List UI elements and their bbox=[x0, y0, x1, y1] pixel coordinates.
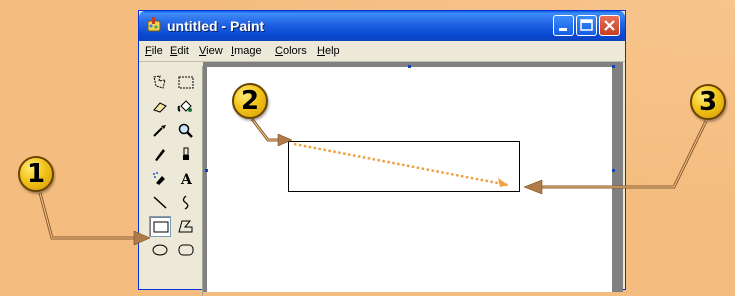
select-icon bbox=[178, 76, 194, 89]
tool-line[interactable] bbox=[149, 192, 171, 213]
eraser-icon bbox=[153, 102, 167, 113]
tool-select[interactable] bbox=[175, 72, 197, 93]
airbrush-icon bbox=[153, 172, 165, 185]
drawn-rectangle bbox=[288, 141, 520, 192]
eyedropper-icon bbox=[153, 125, 166, 137]
resize-handle[interactable] bbox=[205, 169, 208, 172]
tool-airbrush[interactable] bbox=[149, 168, 171, 189]
svg-text:A: A bbox=[180, 172, 193, 187]
minimize-icon bbox=[559, 28, 567, 31]
close-icon bbox=[604, 20, 615, 31]
tool-magnifier[interactable] bbox=[175, 120, 197, 141]
magnifier-icon bbox=[178, 123, 193, 138]
toolbox: A bbox=[145, 66, 203, 296]
line-icon bbox=[153, 196, 167, 209]
resize-handle[interactable] bbox=[408, 65, 411, 68]
pencil-icon bbox=[155, 149, 165, 161]
close-button[interactable] bbox=[599, 15, 620, 36]
brush-icon bbox=[183, 147, 189, 160]
callout-2-badge: 2 bbox=[232, 83, 268, 119]
ellipse-icon bbox=[152, 244, 168, 256]
tool-pick-color[interactable] bbox=[149, 120, 171, 141]
tool-brush[interactable] bbox=[175, 144, 197, 165]
curve-icon bbox=[182, 195, 189, 210]
tool-curve[interactable] bbox=[175, 192, 197, 213]
window-title: untitled - Paint bbox=[167, 18, 265, 34]
tool-rectangle[interactable] bbox=[149, 216, 171, 237]
tool-ellipse[interactable] bbox=[149, 240, 171, 261]
tool-rounded-rectangle[interactable] bbox=[175, 240, 197, 261]
tool-polygon[interactable] bbox=[175, 216, 197, 237]
menu-file[interactable]: File bbox=[145, 45, 163, 57]
callout-1-badge: 1 bbox=[18, 156, 54, 192]
text-icon: A bbox=[180, 172, 193, 187]
tool-eraser[interactable] bbox=[149, 96, 171, 117]
tool-fill-with-color[interactable] bbox=[175, 96, 197, 117]
free-form-select-icon bbox=[153, 75, 166, 89]
paint-app-icon bbox=[147, 17, 161, 32]
rectangle-icon bbox=[153, 221, 169, 233]
resize-handle[interactable] bbox=[612, 65, 615, 68]
resize-handle[interactable] bbox=[612, 169, 615, 172]
tool-text[interactable]: A bbox=[175, 168, 197, 189]
rounded-rectangle-icon bbox=[178, 244, 194, 256]
menu-edit[interactable]: Edit bbox=[170, 45, 189, 57]
fill-bucket-icon bbox=[177, 100, 192, 112]
tool-pencil[interactable] bbox=[149, 144, 171, 165]
polygon-icon bbox=[178, 220, 193, 233]
maximize-icon bbox=[580, 19, 593, 31]
title-bar[interactable]: untitled - Paint bbox=[139, 11, 625, 41]
menu-colors[interactable]: Colors bbox=[275, 45, 307, 57]
menu-view[interactable]: View bbox=[199, 45, 223, 57]
menu-help[interactable]: Help bbox=[317, 45, 340, 57]
menu-bar: File Edit View Image Colors Help bbox=[139, 41, 625, 62]
callout-3-badge: 3 bbox=[690, 84, 726, 120]
menu-image[interactable]: Image bbox=[231, 45, 262, 57]
maximize-button[interactable] bbox=[576, 15, 597, 36]
tool-free-form-select[interactable] bbox=[149, 72, 171, 93]
minimize-button[interactable] bbox=[553, 15, 574, 36]
